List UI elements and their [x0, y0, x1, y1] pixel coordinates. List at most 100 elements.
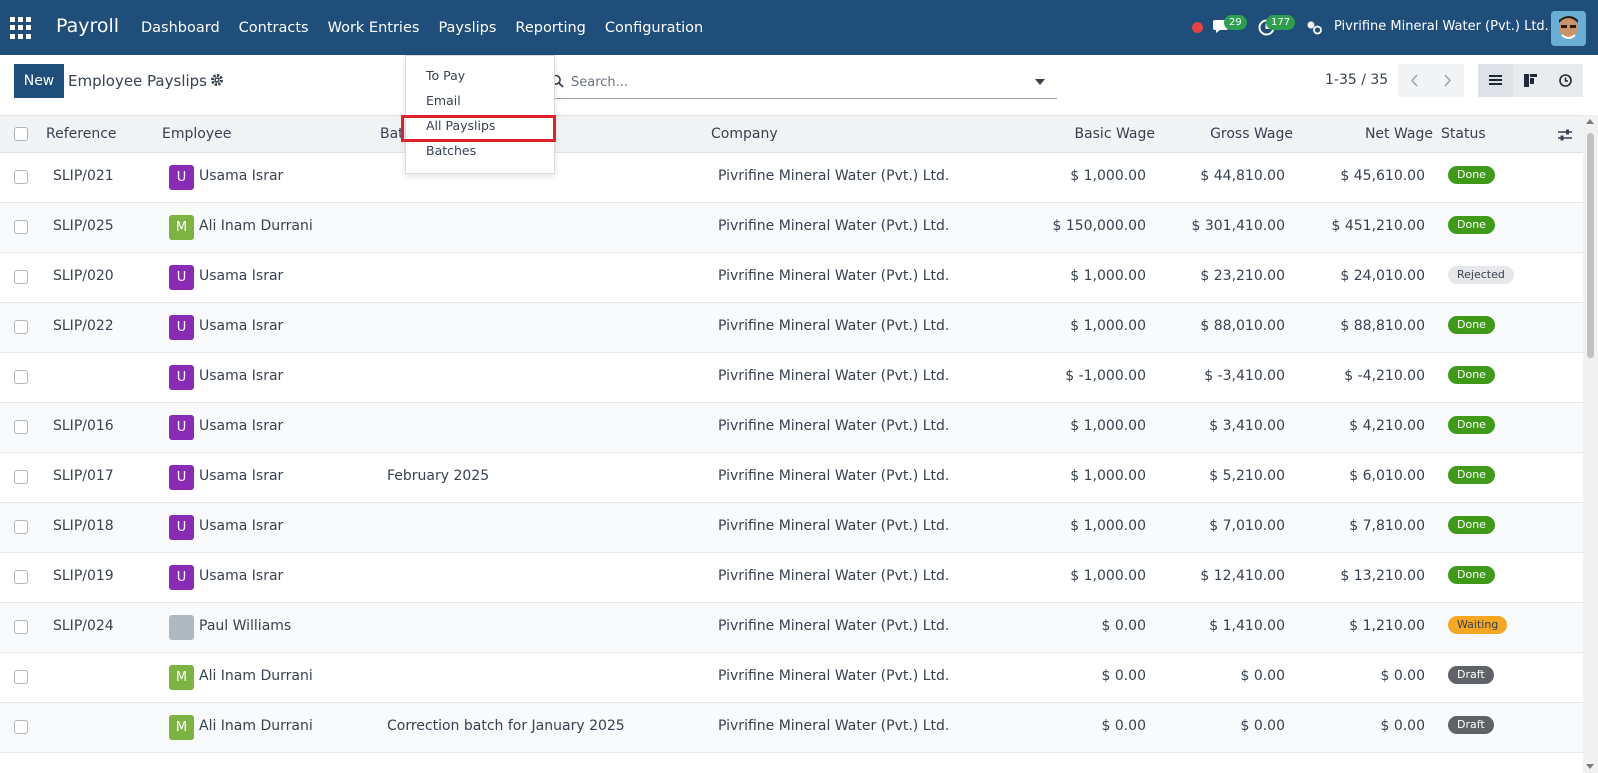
status-badge: Done	[1448, 516, 1495, 534]
company-switch-icon[interactable]	[1306, 20, 1322, 35]
row-checkbox[interactable]	[14, 170, 28, 184]
user-avatar[interactable]	[1551, 11, 1586, 46]
row-checkbox[interactable]	[14, 570, 28, 584]
row-checkbox[interactable]	[14, 370, 28, 384]
chevron-left-icon	[1410, 74, 1418, 87]
gross-wage-cell: $ 5,210.00	[1209, 468, 1285, 484]
chevron-right-icon	[1444, 74, 1452, 87]
apps-grid-icon[interactable]	[10, 17, 32, 39]
gross-wage-cell: $ 301,410.00	[1191, 218, 1285, 234]
list-view-button[interactable]	[1478, 64, 1513, 97]
column-employee[interactable]: Employee	[162, 126, 231, 142]
menu-configuration[interactable]: Configuration	[605, 20, 703, 36]
company-cell: Pivrifine Mineral Water (Pvt.) Ltd.	[718, 518, 950, 534]
table-row[interactable]: U Usama Israr Pivrifine Mineral Water (Pvt…	[0, 353, 1583, 403]
row-checkbox[interactable]	[14, 620, 28, 634]
employee-cell: Usama Israr	[199, 368, 284, 384]
menu-work-entries[interactable]: Work Entries	[328, 20, 420, 36]
net-wage-cell: $ 0.00	[1380, 718, 1425, 734]
table-row[interactable]: M Ali Inam Durrani Pivrifine Mineral Water…	[0, 653, 1583, 703]
table-row[interactable]: M Ali Inam Durrani Correction batch for Ja…	[0, 703, 1583, 753]
employee-avatar: M	[169, 215, 194, 240]
table-row[interactable]: SLIP/021 U Usama Israr Pivrifine Mineral Wa…	[0, 153, 1583, 203]
gross-wage-cell: $ 23,210.00	[1200, 268, 1285, 284]
row-checkbox[interactable]	[14, 470, 28, 484]
dropdown-item-to-pay[interactable]: To Pay	[426, 68, 465, 83]
recording-dot-icon[interactable]	[1192, 22, 1203, 33]
employee-cell: Usama Israr	[199, 318, 284, 334]
company-name[interactable]: Pivrifine Mineral Water (Pvt.) Ltd.	[1334, 19, 1549, 34]
menu-payslips[interactable]: Payslips	[438, 20, 496, 36]
reference-cell: SLIP/024	[53, 618, 114, 634]
table-row[interactable]: SLIP/016 U Usama Israr Pivrifine Mineral Wa…	[0, 403, 1583, 453]
table-row[interactable]: SLIP/017 U Usama Israr February 2025 Pivrifi…	[0, 453, 1583, 503]
table-row[interactable]: SLIP/018 U Usama Israr Pivrifine Mineral Wa…	[0, 503, 1583, 553]
table-row[interactable]: SLIP/019 U Usama Israr Pivrifine Mineral Wa…	[0, 553, 1583, 603]
column-company[interactable]: Company	[711, 126, 778, 142]
net-wage-cell: $ -4,210.00	[1344, 368, 1425, 384]
table-row[interactable]: SLIP/024 Paul Williams Pivrifine Mineral W…	[0, 603, 1583, 653]
gross-wage-cell: $ 0.00	[1240, 668, 1285, 684]
column-basic-wage[interactable]: Basic Wage	[1074, 126, 1155, 142]
scroll-down-arrow-icon[interactable]	[1586, 764, 1594, 769]
column-gross-wage[interactable]: Gross Wage	[1210, 126, 1293, 142]
activity-view-button[interactable]	[1548, 64, 1583, 97]
table-row[interactable]: SLIP/025 M Ali Inam Durrani Pivrifine Miner…	[0, 203, 1583, 253]
search-options-caret-icon[interactable]	[1035, 79, 1045, 85]
pager-next-button[interactable]	[1431, 64, 1464, 97]
menu-dashboard[interactable]: Dashboard	[141, 20, 220, 36]
row-checkbox[interactable]	[14, 520, 28, 534]
vertical-scrollbar[interactable]	[1583, 115, 1598, 773]
search-input[interactable]	[571, 70, 1011, 94]
column-net-wage[interactable]: Net Wage	[1365, 126, 1433, 142]
column-options-sliders-icon[interactable]	[1557, 128, 1573, 142]
kanban-view-button[interactable]	[1513, 64, 1548, 97]
column-status[interactable]: Status	[1441, 126, 1486, 142]
row-checkbox[interactable]	[14, 220, 28, 234]
employee-avatar: M	[169, 665, 194, 690]
row-checkbox[interactable]	[14, 270, 28, 284]
column-reference[interactable]: Reference	[46, 126, 117, 142]
gross-wage-cell: $ 12,410.00	[1200, 568, 1285, 584]
gear-icon[interactable]	[210, 73, 224, 87]
employee-cell: Usama Israr	[199, 568, 284, 584]
scroll-thumb[interactable]	[1587, 133, 1594, 358]
net-wage-cell: $ 24,010.00	[1340, 268, 1425, 284]
dropdown-item-all-payslips[interactable]: All Payslips	[426, 118, 495, 133]
gross-wage-cell: $ 0.00	[1240, 718, 1285, 734]
scroll-up-arrow-icon[interactable]	[1586, 119, 1594, 124]
pager-value[interactable]: 1-35 / 35	[1325, 72, 1388, 88]
pager-previous-button[interactable]	[1398, 64, 1431, 97]
status-badge: Waiting	[1448, 616, 1508, 634]
gross-wage-cell: $ 1,410.00	[1209, 618, 1285, 634]
select-all-checkbox[interactable]	[14, 127, 28, 141]
employee-avatar: U	[169, 315, 194, 340]
table-row[interactable]: SLIP/022 U Usama Israr Pivrifine Mineral Wa…	[0, 303, 1583, 353]
employee-avatar: U	[169, 465, 194, 490]
column-batch[interactable]: Bat	[380, 126, 404, 142]
row-checkbox[interactable]	[14, 420, 28, 434]
company-cell: Pivrifine Mineral Water (Pvt.) Ltd.	[718, 568, 950, 584]
status-badge: Done	[1448, 316, 1495, 334]
gross-wage-cell: $ -3,410.00	[1204, 368, 1285, 384]
employee-cell: Usama Israr	[199, 518, 284, 534]
company-cell: Pivrifine Mineral Water (Pvt.) Ltd.	[718, 218, 950, 234]
table-row[interactable]: SLIP/020 U Usama Israr Pivrifine Mineral Wa…	[0, 253, 1583, 303]
menu-reporting[interactable]: Reporting	[515, 20, 586, 36]
reference-cell: SLIP/016	[53, 418, 114, 434]
status-badge: Done	[1448, 216, 1495, 234]
dropdown-item-email[interactable]: Email	[426, 93, 461, 108]
dropdown-item-batches[interactable]: Batches	[426, 143, 476, 158]
row-checkbox[interactable]	[14, 670, 28, 684]
employee-cell: Usama Israr	[199, 268, 284, 284]
employee-cell: Usama Israr	[199, 468, 284, 484]
status-badge: Done	[1448, 366, 1495, 384]
company-cell: Pivrifine Mineral Water (Pvt.) Ltd.	[718, 168, 950, 184]
app-name[interactable]: Payroll	[56, 15, 119, 37]
row-checkbox[interactable]	[14, 720, 28, 734]
menu-contracts[interactable]: Contracts	[239, 20, 309, 36]
basic-wage-cell: $ 1,000.00	[1070, 468, 1146, 484]
row-checkbox[interactable]	[14, 320, 28, 334]
new-button[interactable]: New	[14, 64, 64, 98]
top-navbar: Payroll Dashboard Contracts Work Entries…	[0, 0, 1598, 55]
